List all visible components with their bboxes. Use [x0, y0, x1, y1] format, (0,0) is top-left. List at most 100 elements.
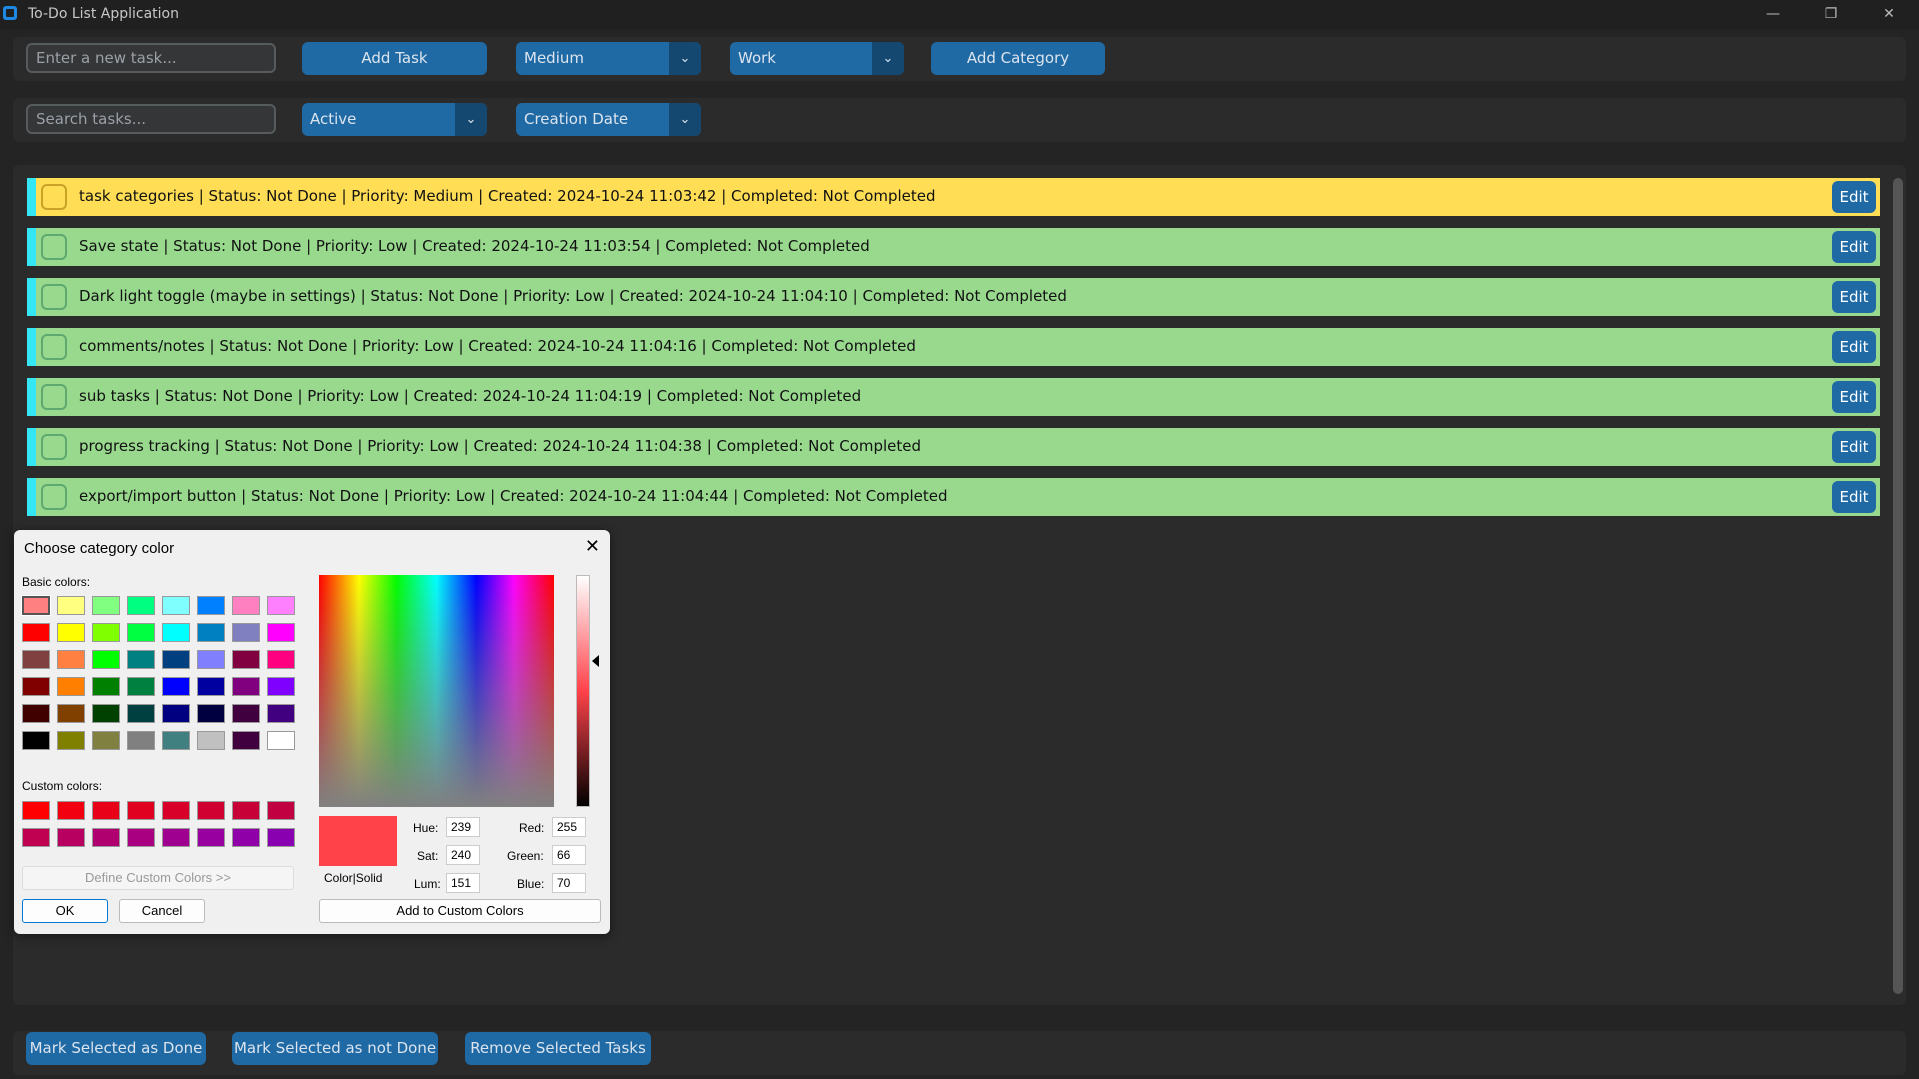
color-swatch[interactable]	[267, 596, 295, 615]
color-swatch[interactable]	[197, 704, 225, 723]
color-swatch[interactable]	[57, 596, 85, 615]
task-row[interactable]: comments/notes | Status: Not Done | Prio…	[27, 328, 1880, 366]
color-swatch[interactable]	[197, 650, 225, 669]
edit-button[interactable]: Edit	[1832, 331, 1876, 363]
color-swatch[interactable]	[127, 650, 155, 669]
close-icon[interactable]: ✕	[585, 536, 600, 557]
task-checkbox[interactable]	[41, 184, 67, 210]
color-swatch[interactable]	[232, 801, 260, 820]
color-swatch[interactable]	[22, 704, 50, 723]
task-list-scrollbar[interactable]	[1893, 178, 1903, 994]
color-swatch[interactable]	[232, 623, 260, 642]
color-swatch[interactable]	[57, 650, 85, 669]
color-swatch[interactable]	[22, 801, 50, 820]
color-swatch[interactable]	[92, 731, 120, 750]
color-swatch[interactable]	[197, 623, 225, 642]
task-checkbox[interactable]	[41, 484, 67, 510]
color-swatch[interactable]	[162, 650, 190, 669]
priority-dropdown[interactable]: Medium ⌄	[516, 42, 701, 75]
sat-field[interactable]: 240	[446, 845, 480, 865]
color-swatch[interactable]	[197, 828, 225, 847]
color-swatch[interactable]	[57, 677, 85, 696]
color-swatch[interactable]	[232, 828, 260, 847]
luminance-arrow-icon[interactable]	[592, 655, 599, 667]
minimize-icon[interactable]: —	[1744, 0, 1802, 29]
color-swatch[interactable]	[127, 704, 155, 723]
task-row[interactable]: sub tasks | Status: Not Done | Priority:…	[27, 378, 1880, 416]
color-swatch[interactable]	[22, 650, 50, 669]
edit-button[interactable]: Edit	[1832, 281, 1876, 313]
edit-button[interactable]: Edit	[1832, 381, 1876, 413]
search-input[interactable]: Search tasks...	[26, 104, 276, 134]
blue-field[interactable]: 70	[552, 873, 586, 893]
color-swatch[interactable]	[162, 623, 190, 642]
task-row[interactable]: Save state | Status: Not Done | Priority…	[27, 228, 1880, 266]
color-swatch[interactable]	[92, 801, 120, 820]
color-swatch[interactable]	[232, 677, 260, 696]
color-swatch[interactable]	[22, 623, 50, 642]
add-to-custom-colors-button[interactable]: Add to Custom Colors	[319, 899, 601, 923]
color-swatch[interactable]	[267, 828, 295, 847]
edit-button[interactable]: Edit	[1832, 231, 1876, 263]
mark-done-button[interactable]: Mark Selected as Done	[26, 1032, 206, 1065]
task-row[interactable]: progress tracking | Status: Not Done | P…	[27, 428, 1880, 466]
task-row[interactable]: task categories | Status: Not Done | Pri…	[27, 178, 1880, 216]
color-swatch[interactable]	[267, 704, 295, 723]
color-swatch[interactable]	[127, 623, 155, 642]
chevron-down-icon[interactable]: ⌄	[669, 42, 701, 75]
color-swatch[interactable]	[267, 650, 295, 669]
color-swatch[interactable]	[197, 801, 225, 820]
color-swatch[interactable]	[267, 731, 295, 750]
color-swatch[interactable]	[92, 677, 120, 696]
category-dropdown[interactable]: Work ⌄	[730, 42, 904, 75]
mark-not-done-button[interactable]: Mark Selected as not Done	[232, 1032, 438, 1065]
color-swatch[interactable]	[162, 704, 190, 723]
color-swatch[interactable]	[21, 595, 51, 616]
color-swatch[interactable]	[162, 596, 190, 615]
color-swatch[interactable]	[162, 801, 190, 820]
color-swatch[interactable]	[57, 801, 85, 820]
edit-button[interactable]: Edit	[1832, 181, 1876, 213]
maximize-icon[interactable]: ❐	[1802, 0, 1860, 29]
color-swatch[interactable]	[22, 828, 50, 847]
color-swatch[interactable]	[22, 731, 50, 750]
color-swatch[interactable]	[232, 704, 260, 723]
lum-field[interactable]: 151	[446, 873, 480, 893]
status-filter-dropdown[interactable]: Active ⌄	[302, 103, 487, 136]
cancel-button[interactable]: Cancel	[119, 899, 205, 923]
edit-button[interactable]: Edit	[1832, 431, 1876, 463]
color-swatch[interactable]	[197, 596, 225, 615]
green-field[interactable]: 66	[552, 845, 586, 865]
color-swatch[interactable]	[127, 731, 155, 750]
color-swatch[interactable]	[92, 650, 120, 669]
color-swatch[interactable]	[267, 623, 295, 642]
color-swatch[interactable]	[232, 596, 260, 615]
color-swatch[interactable]	[162, 731, 190, 750]
color-swatch[interactable]	[162, 677, 190, 696]
edit-button[interactable]: Edit	[1832, 481, 1876, 513]
close-icon[interactable]: ✕	[1860, 0, 1918, 29]
task-checkbox[interactable]	[41, 384, 67, 410]
task-row[interactable]: export/import button | Status: Not Done …	[27, 478, 1880, 516]
red-field[interactable]: 255	[552, 817, 586, 837]
color-swatch[interactable]	[162, 828, 190, 847]
color-swatch[interactable]	[197, 677, 225, 696]
color-swatch[interactable]	[267, 801, 295, 820]
color-swatch[interactable]	[92, 704, 120, 723]
define-custom-colors-button[interactable]: Define Custom Colors >>	[22, 866, 294, 890]
color-swatch[interactable]	[267, 677, 295, 696]
color-swatch[interactable]	[57, 731, 85, 750]
add-task-button[interactable]: Add Task	[302, 42, 487, 75]
luminance-slider[interactable]	[576, 575, 590, 807]
sort-dropdown[interactable]: Creation Date ⌄	[516, 103, 701, 136]
color-swatch[interactable]	[232, 731, 260, 750]
color-swatch[interactable]	[232, 650, 260, 669]
task-checkbox[interactable]	[41, 334, 67, 360]
chevron-down-icon[interactable]: ⌄	[455, 103, 487, 136]
hue-field[interactable]: 239	[446, 817, 480, 837]
chevron-down-icon[interactable]: ⌄	[872, 42, 904, 75]
color-swatch[interactable]	[92, 623, 120, 642]
color-spectrum[interactable]	[319, 575, 554, 807]
color-swatch[interactable]	[92, 828, 120, 847]
color-swatch[interactable]	[92, 596, 120, 615]
